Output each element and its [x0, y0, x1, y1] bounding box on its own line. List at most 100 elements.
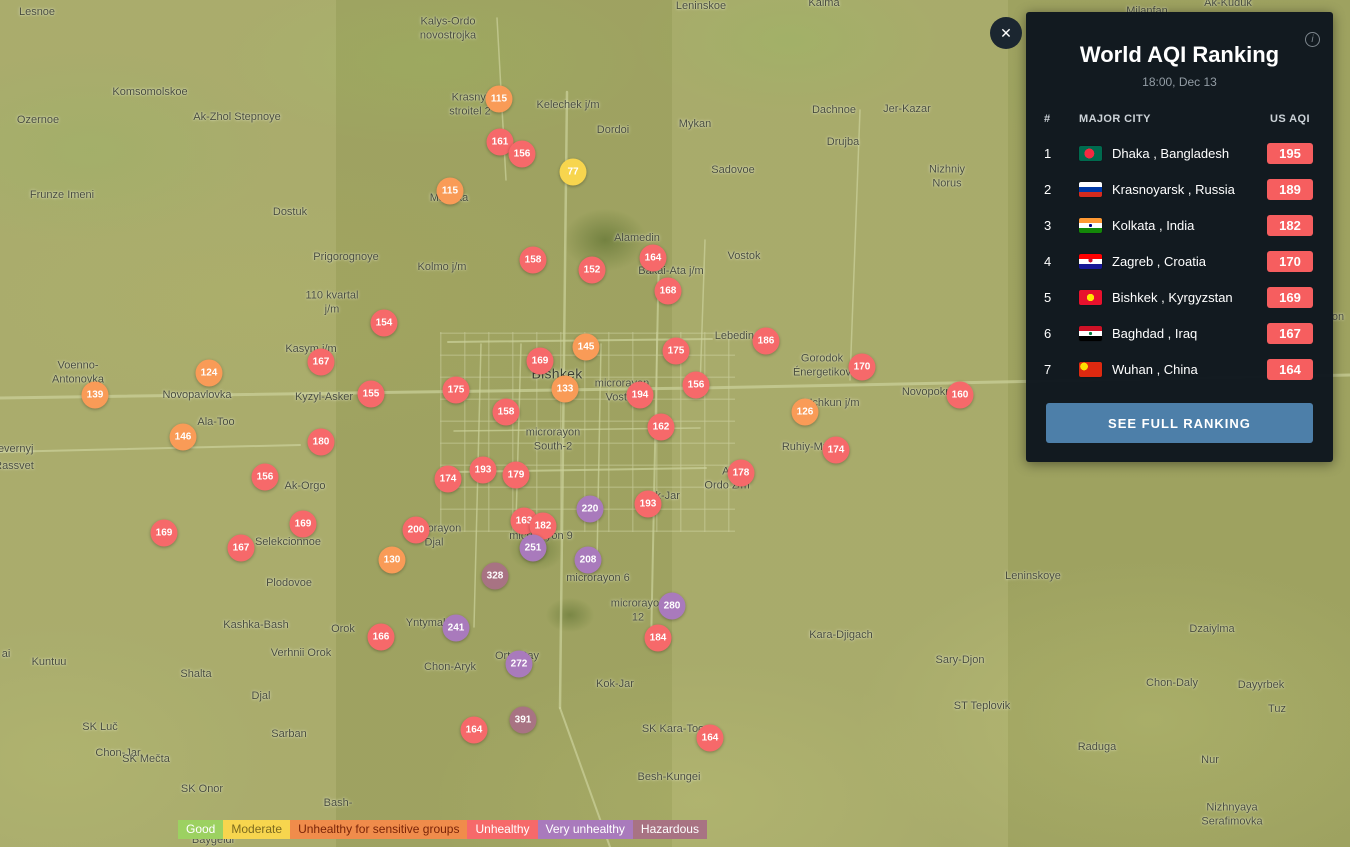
aqi-marker[interactable]: 115 [486, 86, 513, 113]
aqi-marker[interactable]: 160 [947, 382, 974, 409]
rank-number: 5 [1044, 290, 1079, 305]
see-full-ranking-button[interactable]: SEE FULL RANKING [1046, 403, 1313, 443]
aqi-marker[interactable]: 168 [655, 278, 682, 305]
aqi-marker[interactable]: 169 [151, 520, 178, 547]
ranking-row[interactable]: 2Krasnoyarsk , Russia189 [1026, 171, 1333, 207]
aqi-marker[interactable]: 170 [849, 354, 876, 381]
city-name: Dhaka , Bangladesh [1112, 146, 1267, 161]
aqi-marker[interactable]: 174 [435, 466, 462, 493]
aqi-marker[interactable]: 156 [252, 464, 279, 491]
rank-number: 3 [1044, 218, 1079, 233]
city-name: Kolkata , India [1112, 218, 1267, 233]
aqi-marker[interactable]: 391 [510, 707, 537, 734]
aqi-marker[interactable]: 77 [560, 159, 587, 186]
ranking-rows: 1 Dhaka , Bangladesh195 2Krasnoyarsk , Rus… [1026, 135, 1333, 387]
aqi-marker[interactable]: 139 [82, 382, 109, 409]
column-city: MAJOR CITY [1079, 113, 1267, 125]
aqi-marker[interactable]: 156 [683, 372, 710, 399]
aqi-badge: 164 [1267, 359, 1313, 380]
kyrgyzstan-flag-icon [1079, 290, 1102, 305]
legend-item-very-unhealthy: Very unhealthy [538, 820, 633, 839]
aqi-marker[interactable]: 169 [527, 348, 554, 375]
rank-number: 6 [1044, 326, 1079, 341]
aqi-marker[interactable]: 179 [503, 462, 530, 489]
aqi-badge: 189 [1267, 179, 1313, 200]
legend-item-unhealthy-for-sensitive-groups: Unhealthy for sensitive groups [290, 820, 467, 839]
info-icon[interactable]: i [1305, 32, 1320, 47]
aqi-marker[interactable]: 174 [823, 437, 850, 464]
world-aqi-ranking-panel: i World AQI Ranking 18:00, Dec 13 # MAJO… [1026, 12, 1333, 462]
rank-number: 1 [1044, 146, 1079, 161]
aqi-marker[interactable]: 158 [520, 247, 547, 274]
rank-number: 4 [1044, 254, 1079, 269]
aqi-marker[interactable]: 193 [470, 457, 497, 484]
aqi-marker[interactable]: 220 [577, 496, 604, 523]
aqi-marker[interactable]: 186 [753, 328, 780, 355]
aqi-marker[interactable]: 194 [627, 382, 654, 409]
ranking-row[interactable]: 6Baghdad , Iraq167 [1026, 315, 1333, 351]
china-flag-icon [1079, 362, 1102, 377]
aqi-marker[interactable]: 251 [520, 535, 547, 562]
legend-item-unhealthy: Unhealthy [467, 820, 537, 839]
aqi-marker[interactable]: 164 [461, 717, 488, 744]
close-icon[interactable]: ✕ [990, 17, 1022, 49]
aqi-marker[interactable]: 175 [443, 377, 470, 404]
ranking-row[interactable]: 4 Zagreb , Croatia170 [1026, 243, 1333, 279]
aqi-marker[interactable]: 155 [358, 381, 385, 408]
aqi-marker[interactable]: 193 [635, 491, 662, 518]
ranking-row[interactable]: 7 Wuhan , China164 [1026, 351, 1333, 387]
aqi-marker[interactable]: 208 [575, 547, 602, 574]
aqi-marker[interactable]: 130 [379, 547, 406, 574]
aqi-marker[interactable]: 241 [443, 615, 470, 642]
ranking-row[interactable]: 3Kolkata , India182 [1026, 207, 1333, 243]
ranking-row[interactable]: 1 Dhaka , Bangladesh195 [1026, 135, 1333, 171]
city-name: Baghdad , Iraq [1112, 326, 1267, 341]
city-name: Zagreb , Croatia [1112, 254, 1267, 269]
aqi-badge: 170 [1267, 251, 1313, 272]
column-aqi: US AQI [1267, 113, 1313, 125]
ranking-row[interactable]: 5 Bishkek , Kyrgyzstan169 [1026, 279, 1333, 315]
city-name: Wuhan , China [1112, 362, 1267, 377]
legend-item-good: Good [178, 820, 223, 839]
aqi-marker[interactable]: 115 [437, 178, 464, 205]
aqi-marker[interactable]: 133 [552, 376, 579, 403]
aqi-marker[interactable]: 328 [482, 563, 509, 590]
rank-number: 7 [1044, 362, 1079, 377]
aqi-marker[interactable]: 164 [697, 725, 724, 752]
aqi-marker[interactable]: 124 [196, 360, 223, 387]
aqi-marker[interactable]: 156 [509, 141, 536, 168]
aqi-marker[interactable]: 162 [648, 414, 675, 441]
aqi-marker[interactable]: 126 [792, 399, 819, 426]
aqi-marker[interactable]: 175 [663, 338, 690, 365]
ranking-table-header: # MAJOR CITY US AQI [1044, 113, 1313, 125]
aqi-marker[interactable]: 200 [403, 517, 430, 544]
ranking-timestamp: 18:00, Dec 13 [1026, 75, 1333, 89]
aqi-marker[interactable]: 154 [371, 310, 398, 337]
india-flag-icon [1079, 218, 1102, 233]
aqi-marker[interactable]: 146 [170, 424, 197, 451]
aqi-marker[interactable]: 166 [368, 624, 395, 651]
bangladesh-flag-icon [1079, 146, 1102, 161]
croatia-flag-icon [1079, 254, 1102, 269]
aqi-marker[interactable]: 169 [290, 511, 317, 538]
legend-item-hazardous: Hazardous [633, 820, 707, 839]
aqi-marker[interactable]: 145 [573, 334, 600, 361]
iraq-flag-icon [1079, 326, 1102, 341]
aqi-marker[interactable]: 167 [228, 535, 255, 562]
aqi-marker[interactable]: 167 [308, 349, 335, 376]
city-name: Krasnoyarsk , Russia [1112, 182, 1267, 197]
column-rank: # [1044, 113, 1079, 125]
city-name: Bishkek , Kyrgyzstan [1112, 290, 1267, 305]
aqi-badge: 169 [1267, 287, 1313, 308]
aqi-legend: GoodModerateUnhealthy for sensitive grou… [178, 820, 707, 839]
russia-flag-icon [1079, 182, 1102, 197]
aqi-marker[interactable]: 164 [640, 245, 667, 272]
aqi-badge: 195 [1267, 143, 1313, 164]
aqi-marker[interactable]: 272 [506, 651, 533, 678]
aqi-marker[interactable]: 184 [645, 625, 672, 652]
aqi-marker[interactable]: 158 [493, 399, 520, 426]
aqi-marker[interactable]: 180 [308, 429, 335, 456]
aqi-marker[interactable]: 152 [579, 257, 606, 284]
aqi-marker[interactable]: 280 [659, 593, 686, 620]
aqi-marker[interactable]: 178 [728, 460, 755, 487]
